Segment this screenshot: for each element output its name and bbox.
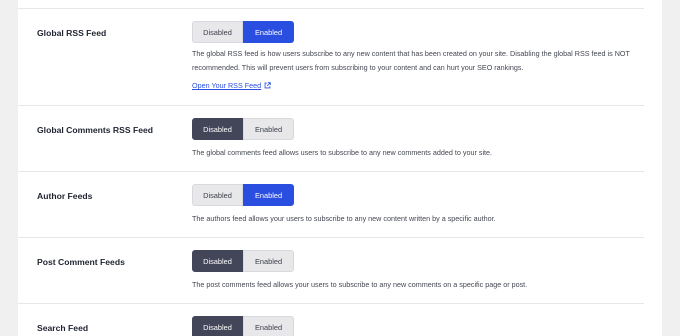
page-background-right [662,0,680,336]
disabled-button[interactable]: Disabled [192,184,243,206]
enabled-button[interactable]: Enabled [243,21,294,43]
setting-row-post-comment-feeds: Post Comment Feeds Disabled Enabled The … [18,237,644,304]
setting-row-author-feeds: Author Feeds Disabled Enabled The author… [18,171,644,238]
disabled-button[interactable]: Disabled [192,21,243,43]
setting-description: The authors feed allows your users to su… [192,214,496,223]
setting-row-global-comments-rss-feed: Global Comments RSS Feed Disabled Enable… [18,105,644,171]
global-comments-rss-feed-toggle: Disabled Enabled [192,118,294,140]
post-comment-feeds-toggle: Disabled Enabled [192,250,294,272]
author-feeds-toggle: Disabled Enabled [192,184,294,206]
global-rss-feed-toggle: Disabled Enabled [192,21,294,43]
setting-label: Global RSS Feed [37,28,107,38]
setting-label: Author Feeds [37,191,93,201]
setting-label: Global Comments RSS Feed [37,125,154,135]
setting-row-search-feed: Search Feed Disabled Enabled [18,303,644,336]
open-rss-feed-link-text: Open Your RSS Feed [192,81,262,90]
open-rss-feed-link[interactable]: Open Your RSS Feed [192,81,271,90]
enabled-button[interactable]: Enabled [243,184,294,206]
enabled-button[interactable]: Enabled [243,118,294,140]
external-link-icon [264,82,271,89]
setting-row-global-rss-feed: Global RSS Feed Disabled Enabled The glo… [18,8,644,105]
disabled-button[interactable]: Disabled [192,250,243,272]
setting-description: The post comments feed allows your users… [192,280,528,289]
setting-label: Search Feed [37,323,89,333]
setting-label: Post Comment Feeds [37,257,125,267]
setting-description: The global comments feed allows users to… [192,148,493,157]
disabled-button[interactable]: Disabled [192,118,243,140]
search-feed-toggle: Disabled Enabled [192,316,294,336]
setting-description: The global RSS feed is how users subscri… [192,49,630,72]
disabled-button[interactable]: Disabled [192,316,243,336]
enabled-button[interactable]: Enabled [243,316,294,336]
feed-settings-panel: Global RSS Feed Disabled Enabled The glo… [18,0,662,336]
enabled-button[interactable]: Enabled [243,250,294,272]
